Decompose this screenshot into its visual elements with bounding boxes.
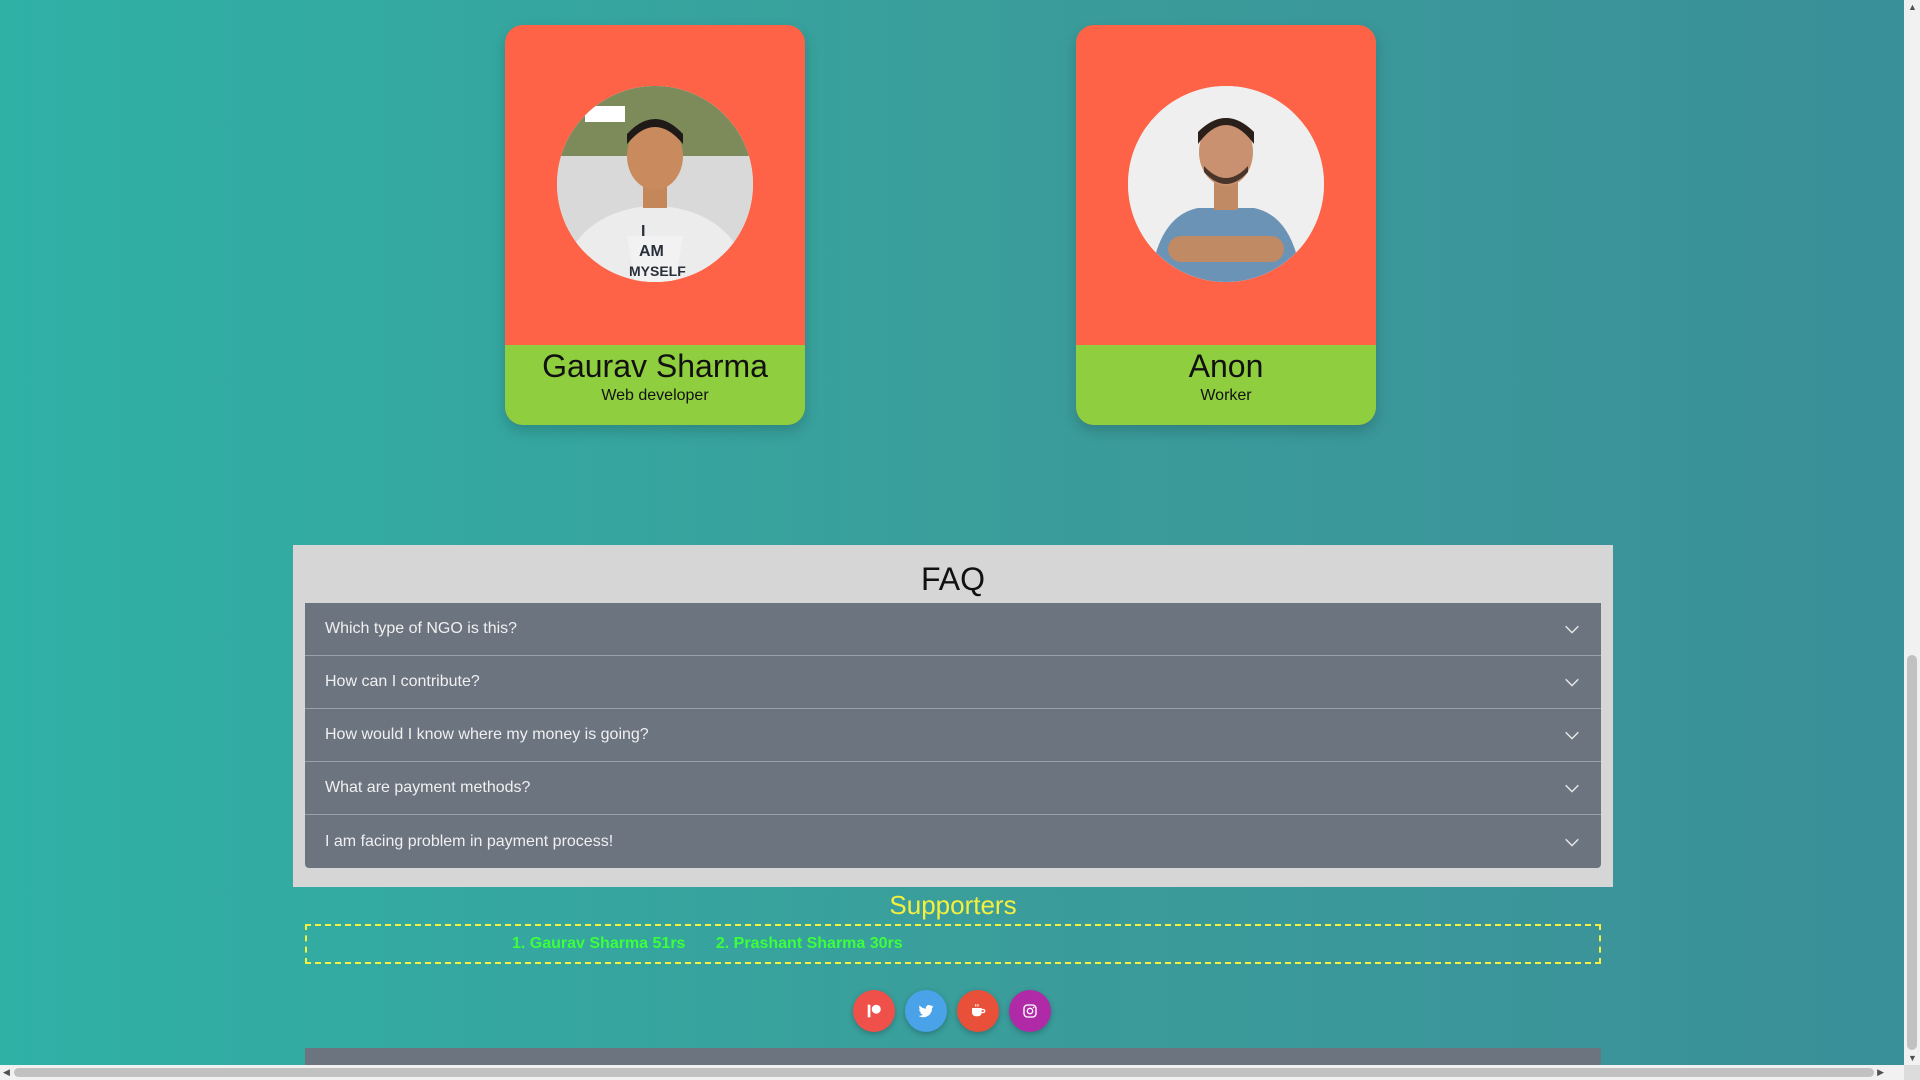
scroll-down-arrow-icon[interactable]: ▼ xyxy=(1908,1053,1917,1063)
scroll-right-arrow-icon[interactable]: ▶ xyxy=(1877,1067,1884,1078)
faq-title: FAQ xyxy=(920,561,985,597)
faq-item[interactable]: I am facing problem in payment process! xyxy=(305,815,1601,868)
twitter-icon xyxy=(918,1005,934,1018)
faq-item[interactable]: How can I contribute? xyxy=(305,656,1601,709)
person-photo-icon: I AM MYSELF xyxy=(557,86,753,282)
faq-item[interactable]: What are payment methods? xyxy=(305,762,1601,815)
team-member-role: Worker xyxy=(1200,387,1252,404)
scrollbar-corner xyxy=(1904,1065,1920,1080)
team-card-info: Gaurav Sharma Web developer xyxy=(505,345,805,425)
profile-photo xyxy=(1128,86,1324,282)
faq-section: FAQ Which type of NGO is this? How can I… xyxy=(293,545,1613,887)
team-card-gaurav: I AM MYSELF Gaurav Sharma Web developer xyxy=(505,25,805,425)
faq-question: How can I contribute? xyxy=(325,673,480,690)
supporters-marquee: 1. Gaurav Sharma 51rs 2. Prashant Sharma… xyxy=(305,924,1601,964)
chevron-down-icon xyxy=(1565,784,1579,793)
coffee-icon xyxy=(972,1004,986,1017)
faq-item[interactable]: How would I know where my money is going… xyxy=(305,709,1601,762)
chevron-down-icon xyxy=(1565,731,1579,740)
social-links xyxy=(853,990,1051,1032)
horizontal-scroll-thumb[interactable] xyxy=(14,1068,1874,1077)
supporters-list: 1. Gaurav Sharma 51rs 2. Prashant Sharma… xyxy=(512,935,929,953)
supporters-title: Supporters xyxy=(889,890,1017,920)
horizontal-scrollbar[interactable]: ◀ ▶ xyxy=(0,1065,1904,1080)
team-member-role: Web developer xyxy=(601,387,709,404)
team-member-name: Anon xyxy=(1188,348,1264,384)
scroll-left-arrow-icon[interactable]: ◀ xyxy=(3,1067,10,1078)
chevron-down-icon xyxy=(1565,678,1579,687)
svg-text:AM: AM xyxy=(639,243,664,260)
buy-me-coffee-link[interactable] xyxy=(957,990,999,1032)
faq-question: I am facing problem in payment process! xyxy=(325,832,614,850)
page: I AM MYSELF Gaurav Sharma Web developer … xyxy=(0,0,1904,1068)
profile-photo: I AM MYSELF xyxy=(557,86,753,282)
twitter-link[interactable] xyxy=(905,990,947,1032)
vertical-scrollbar[interactable]: ▲ ▼ xyxy=(1904,0,1920,1065)
person-photo-icon xyxy=(1128,86,1324,282)
svg-text:I: I xyxy=(641,223,645,240)
faq-item[interactable]: Which type of NGO is this? xyxy=(305,603,1601,656)
faq-question: Which type of NGO is this? xyxy=(325,620,518,637)
faq-list: Which type of NGO is this? How can I con… xyxy=(305,603,1601,868)
team-card-info: Anon Worker xyxy=(1076,345,1376,425)
supporter-item: 2. Prashant Sharma 30rs xyxy=(715,935,903,952)
svg-text:MYSELF: MYSELF xyxy=(629,263,686,279)
patreon-link[interactable] xyxy=(853,990,895,1032)
chevron-down-icon xyxy=(1565,838,1579,847)
instagram-icon xyxy=(1023,1004,1037,1018)
faq-question: What are payment methods? xyxy=(325,779,531,796)
faq-question: How would I know where my money is going… xyxy=(325,726,649,743)
vertical-scroll-thumb[interactable] xyxy=(1907,655,1917,1050)
scroll-up-arrow-icon[interactable]: ▲ xyxy=(1908,2,1917,12)
instagram-link[interactable] xyxy=(1009,990,1051,1032)
supporter-item: 1. Gaurav Sharma 51rs xyxy=(512,935,686,952)
patreon-icon xyxy=(867,1004,881,1018)
team-card-anon: Anon Worker xyxy=(1076,25,1376,425)
team-member-name: Gaurav Sharma xyxy=(542,348,768,384)
chevron-down-icon xyxy=(1565,625,1579,634)
